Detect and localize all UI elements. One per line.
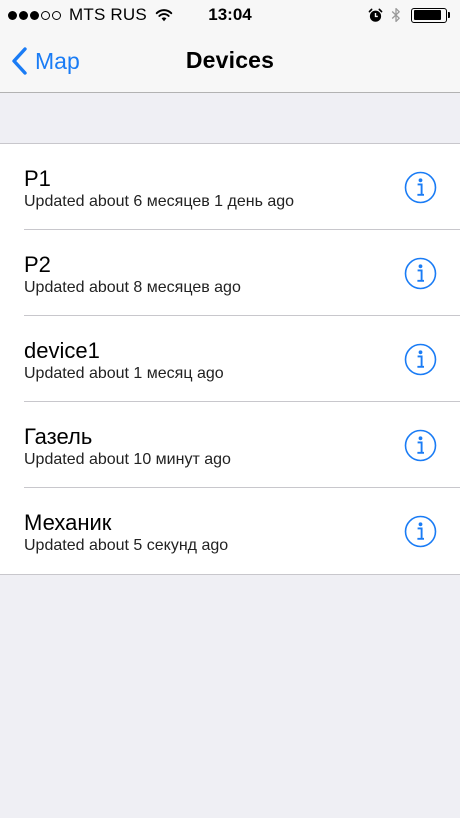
info-icon[interactable] <box>404 429 437 462</box>
page-title: Devices <box>185 47 275 73</box>
info-icon[interactable] <box>404 171 437 204</box>
battery-icon <box>411 7 447 23</box>
status-right <box>368 6 450 24</box>
bluetooth-icon <box>391 7 400 23</box>
device-row[interactable]: P2 Updated about 8 месяцев ago <box>0 230 460 316</box>
info-icon[interactable] <box>404 515 437 548</box>
device-name: device1 <box>24 338 100 363</box>
status-bar: MTS RUS 13:04 <box>0 0 460 30</box>
battery-cap <box>448 12 450 18</box>
device-row[interactable]: P1 Updated about 6 месяцев 1 день ago <box>0 144 460 230</box>
device-updated-text: Updated about 1 месяц ago <box>24 365 224 382</box>
info-icon[interactable] <box>404 343 437 376</box>
device-row[interactable]: device1 Updated about 1 месяц ago <box>0 316 460 402</box>
device-row[interactable]: Газель Updated about 10 минут ago <box>0 402 460 488</box>
device-name: P2 <box>24 252 51 277</box>
device-name: Газель <box>24 424 93 449</box>
device-updated-text: Updated about 5 секунд ago <box>24 537 229 554</box>
device-name: Механик <box>24 510 112 535</box>
navigation-bar: Map Devices <box>0 30 460 93</box>
info-icon[interactable] <box>404 257 437 290</box>
device-updated-text: Updated about 6 месяцев 1 день ago <box>24 193 295 210</box>
alarm-clock-icon <box>368 8 383 22</box>
device-row[interactable]: Механик Updated about 5 секунд ago <box>0 488 460 574</box>
battery-level <box>413 10 442 20</box>
device-name: P1 <box>24 166 51 191</box>
device-updated-text: Updated about 8 месяцев ago <box>24 279 241 296</box>
devices-list: P1 Updated about 6 месяцев 1 день ago P2… <box>0 143 460 575</box>
device-updated-text: Updated about 10 минут ago <box>24 451 231 468</box>
